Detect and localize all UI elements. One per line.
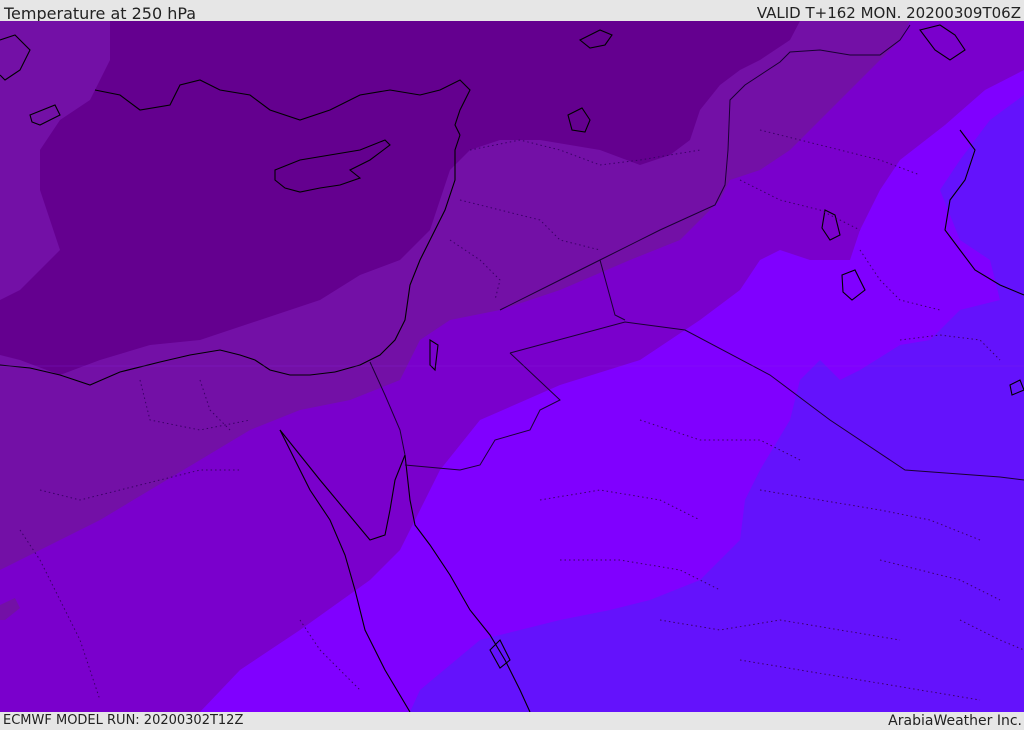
brand-label: ArabiaWeather Inc. [888,713,1022,729]
footer-bar: ECMWF MODEL RUN: 20200302T12Z ArabiaWeat… [0,712,1024,729]
header-bar: Temperature at 250 hPa VALID T+162 MON. … [0,0,1024,23]
weather-map[interactable] [0,21,1024,712]
model-run-label: ECMWF MODEL RUN: 20200302T12Z [3,713,244,728]
map-canvas [0,21,1024,712]
